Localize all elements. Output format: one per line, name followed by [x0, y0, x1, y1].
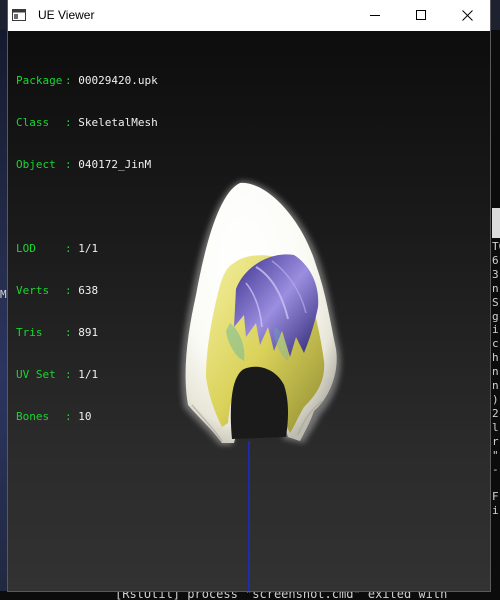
- background-console-bottom: [RstUtil] process "screenshot.cmd" exite…: [0, 591, 500, 600]
- background-console-log-line: [RstUtil] process "screenshot.cmd" exite…: [115, 591, 448, 600]
- desktop-background-left: M: [0, 30, 8, 600]
- close-icon: [462, 10, 473, 21]
- ue-viewer-window: UE Viewer Package: 00029420.upk Class: S…: [8, 0, 490, 591]
- hood-mesh-render: [181, 180, 341, 591]
- app-window-icon: [12, 9, 26, 21]
- background-scrollbar-thumb[interactable]: [492, 208, 500, 238]
- minimize-icon: [370, 15, 380, 16]
- window-title: UE Viewer: [38, 8, 95, 22]
- minimize-button[interactable]: [352, 0, 398, 31]
- background-console-right: T06 6 3 n S g i c h n n ) 2 l r " - F i: [490, 30, 500, 600]
- maximize-icon: [416, 10, 426, 20]
- title-bar[interactable]: UE Viewer: [8, 0, 490, 31]
- background-console-text: T06 6 3 n S g i c h n n ) 2 l r " - F i: [492, 240, 500, 518]
- close-button[interactable]: [444, 0, 490, 31]
- background-text-fragment: M: [0, 288, 7, 301]
- maximize-button[interactable]: [398, 0, 444, 31]
- 3d-viewport[interactable]: Package: 00029420.upk Class: SkeletalMes…: [8, 31, 490, 591]
